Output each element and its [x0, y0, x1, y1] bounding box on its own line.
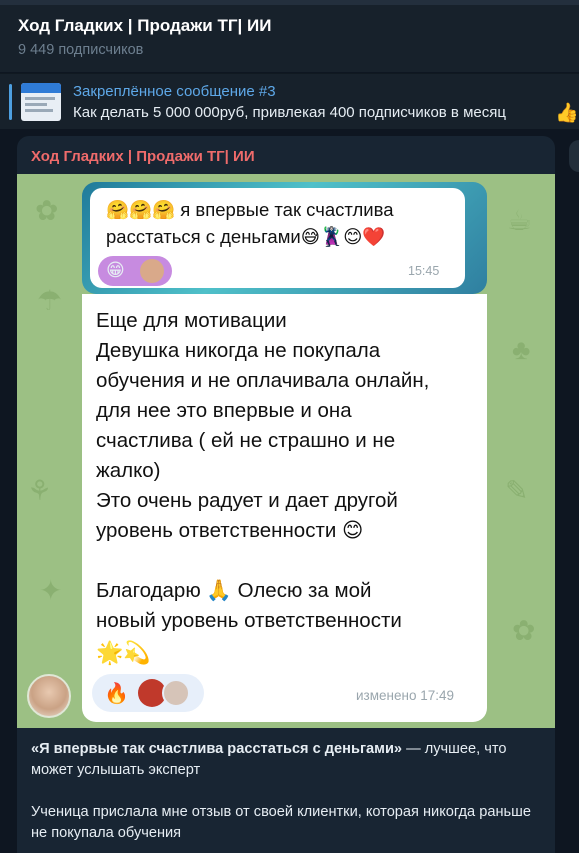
doodle-icon: ✎	[505, 475, 529, 506]
quoted-message: 🤗🤗🤗 я впервые так счастлива расстаться с…	[90, 188, 465, 288]
quoted-timestamp: 15:45	[408, 264, 440, 278]
hug-emojis: 🤗🤗🤗	[106, 199, 176, 220]
quoted-emojis: 😅🦹😊❤️	[300, 226, 386, 247]
quoted-line-1: я впервые так счастлива	[180, 199, 394, 220]
message-bubble: Еще для мотивации Девушка никогда не пок…	[82, 294, 487, 722]
fire-emoji: 🔥	[104, 683, 129, 705]
pinned-accent-line	[9, 84, 12, 120]
reaction-pill[interactable]: 😁	[98, 256, 172, 286]
quoted-message-frame: 🤗🤗🤗 я впервые так счастлива расстаться с…	[82, 182, 487, 294]
message-line: Благодарю 🙏 Олесю за мой	[96, 579, 372, 602]
doodle-icon: ☂	[37, 285, 63, 316]
message-line: жалко)	[96, 459, 161, 482]
doodle-icon: ✦	[39, 575, 63, 606]
star-emojis: 🌟💫	[96, 640, 151, 665]
caption-quote: «Я впервые так счастлива расстаться с де…	[31, 741, 403, 757]
channel-title[interactable]: Ход Гладких | Продажи ТГ| ИИ	[18, 16, 271, 36]
subscriber-count: 9 449 подписчиков	[18, 42, 144, 58]
doodle-icon: ⚘	[27, 475, 53, 506]
edited-timestamp: изменено 17:49	[356, 688, 454, 703]
quoted-text: 🤗🤗🤗 я впервые так счастлива расстаться с…	[106, 196, 446, 250]
post-caption: «Я впервые так счастлива расстаться с де…	[31, 739, 541, 844]
channel-post: Ход Гладких | Продажи ТГ| ИИ ✿ ☂ ⚘ ✦ ☕ ♣…	[17, 136, 555, 853]
doodle-icon: ♣	[512, 334, 531, 365]
doodle-icon: ☕	[507, 205, 533, 236]
post-image[interactable]: ✿ ☂ ⚘ ✦ ☕ ♣ ✎ ✿ 🤗🤗🤗 я впервые так счастл…	[17, 174, 555, 728]
reactor-avatar	[162, 679, 190, 707]
message-reactions[interactable]: 🔥	[92, 674, 204, 712]
caption-paragraph-2: Ученица прислала мне отзыв от своей клие…	[31, 804, 531, 841]
message-line: новый уровень ответственности	[96, 609, 402, 632]
message-line: счастлива ( ей не страшно и не	[96, 429, 396, 452]
scroll-edge-button[interactable]	[569, 140, 579, 172]
message-line: уровень ответственности 😊	[96, 519, 364, 542]
doodle-icon: ✿	[35, 195, 59, 226]
header-strip	[0, 0, 579, 5]
pinned-message-bar[interactable]: Закреплённое сообщение #3 Как делать 5 0…	[0, 73, 579, 129]
pinned-text: Как делать 5 000 000руб, привлекая 400 п…	[73, 104, 506, 121]
channel-header[interactable]: Ход Гладких | Продажи ТГ| ИИ 9 449 подпи…	[0, 0, 579, 72]
message-line: Еще для мотивации	[96, 309, 287, 332]
thumbs-up-emoji: 👍	[555, 103, 579, 124]
post-author[interactable]: Ход Гладких | Продажи ТГ| ИИ	[31, 148, 255, 165]
pinned-label: Закреплённое сообщение #3	[73, 83, 276, 100]
doodle-icon: ✿	[512, 615, 536, 646]
message-line: Девушка никогда не покупала	[96, 339, 381, 362]
message-line: Это очень радует и дает другой	[96, 489, 398, 512]
reactor-avatar	[140, 259, 164, 283]
message-line: для нее это впервые и она	[96, 399, 352, 422]
message-line: обучения и не оплачивала онлайн,	[96, 369, 430, 392]
pinned-thumbnail	[21, 83, 61, 121]
grin-emoji: 😁	[106, 260, 125, 280]
sender-avatar	[27, 674, 71, 718]
quoted-line-2: расстаться с деньгами	[106, 226, 301, 247]
